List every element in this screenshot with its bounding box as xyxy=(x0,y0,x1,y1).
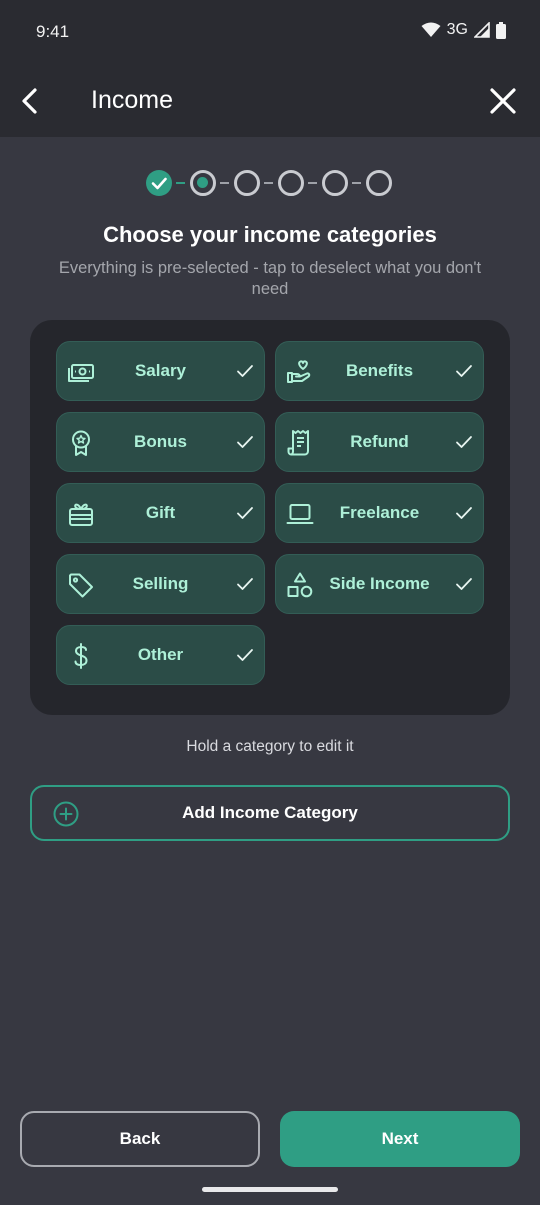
laptop-icon xyxy=(286,504,314,524)
category-label: Salary xyxy=(134,361,187,380)
tag-icon xyxy=(69,573,93,598)
hand-heart-icon xyxy=(287,360,311,383)
add-button-label: Add Income Category xyxy=(182,803,358,822)
step-upcoming xyxy=(234,170,260,196)
step-connector xyxy=(176,182,185,184)
edit-hint: Hold a category to edit it xyxy=(186,738,354,755)
check-icon xyxy=(237,649,253,661)
category-chip-bonus[interactable]: Bonus xyxy=(56,412,265,472)
category-chip-other[interactable]: Other xyxy=(56,625,265,685)
close-icon[interactable] xyxy=(486,84,520,118)
receipt-icon xyxy=(287,430,309,456)
category-chip-refund[interactable]: Refund xyxy=(275,412,484,472)
page-title: Income xyxy=(91,86,173,114)
signal-icon xyxy=(474,22,490,38)
battery-icon xyxy=(496,21,506,39)
category-label: Refund xyxy=(350,432,409,451)
add-income-category-button[interactable]: Add Income Category xyxy=(30,785,510,841)
category-panel: Salary Benefits Bonus Refund Gift Freela… xyxy=(30,320,510,715)
category-chip-freelance[interactable]: Freelance xyxy=(275,483,484,543)
back-button[interactable]: Back xyxy=(20,1111,260,1167)
check-icon xyxy=(237,436,253,448)
section-subheading: Everything is pre-selected - tap to dese… xyxy=(58,259,482,298)
category-chip-benefits[interactable]: Benefits xyxy=(275,341,484,401)
check-icon xyxy=(237,578,253,590)
step-connector xyxy=(352,182,361,184)
step-upcoming xyxy=(366,170,392,196)
category-chip-gift[interactable]: Gift xyxy=(56,483,265,543)
dollar-icon xyxy=(74,643,88,669)
status-icons: 3G xyxy=(421,21,506,39)
step-upcoming xyxy=(322,170,348,196)
status-time: 9:41 xyxy=(36,22,70,41)
next-button[interactable]: Next xyxy=(280,1111,520,1167)
check-icon xyxy=(456,507,472,519)
cash-icon xyxy=(68,364,94,382)
step-completed xyxy=(146,170,172,196)
step-connector xyxy=(220,182,229,184)
category-label: Other xyxy=(137,645,184,664)
check-icon xyxy=(237,507,253,519)
check-icon xyxy=(151,177,167,190)
step-current xyxy=(190,170,216,196)
status-bar: 9:41 3G xyxy=(0,0,540,66)
category-label: Benefits xyxy=(345,361,414,380)
back-arrow-icon[interactable] xyxy=(14,84,48,118)
category-label: Selling xyxy=(132,574,189,593)
award-icon xyxy=(72,430,90,456)
step-upcoming xyxy=(278,170,304,196)
shapes-icon xyxy=(287,572,313,598)
check-icon xyxy=(456,578,472,590)
gift-icon xyxy=(69,503,93,526)
home-indicator[interactable] xyxy=(202,1187,338,1192)
check-icon xyxy=(237,365,253,377)
category-chip-selling[interactable]: Selling xyxy=(56,554,265,614)
app-bar: Income xyxy=(0,66,540,137)
category-label: Gift xyxy=(145,503,176,522)
category-label: Freelance xyxy=(339,503,420,522)
network-type: 3G xyxy=(446,21,468,38)
step-connector xyxy=(308,182,317,184)
section-heading: Choose your income categories xyxy=(103,222,437,247)
category-chip-side-income[interactable]: Side Income xyxy=(275,554,484,614)
progress-stepper xyxy=(145,169,395,197)
check-icon xyxy=(456,436,472,448)
step-connector xyxy=(264,182,273,184)
wifi-icon xyxy=(421,22,441,37)
category-chip-salary[interactable]: Salary xyxy=(56,341,265,401)
check-icon xyxy=(456,365,472,377)
category-label: Bonus xyxy=(134,432,187,451)
category-label: Side Income xyxy=(329,574,430,593)
